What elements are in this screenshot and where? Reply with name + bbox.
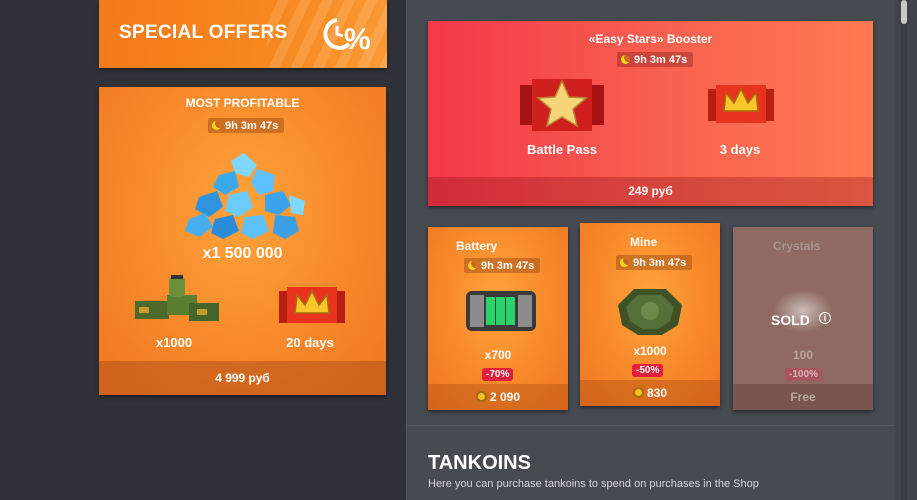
supplies-amount: x1000 (155, 335, 193, 350)
sold-label: SOLD (771, 312, 810, 328)
timer-icon (621, 55, 630, 64)
offer-timer: 9h 3m 47s (464, 258, 541, 273)
battery-card[interactable]: Battery 9h 3m 47s x700 -70% 2 090 (428, 227, 568, 410)
scrollbar[interactable] (901, 0, 907, 500)
offer-timer: 9h 3m 47s (617, 52, 694, 67)
premium-days: 20 days (286, 335, 334, 350)
booster-title: «Easy Stars» Booster (588, 32, 713, 46)
supplies-crates-icon (135, 275, 219, 321)
most-profitable-card[interactable]: MOST PROFITABLE 9h 3m 47s x1 500 000 x10… (99, 87, 386, 395)
tankoin-icon (632, 387, 644, 398)
special-offers-banner: SPECIAL OFFERS % (99, 0, 387, 68)
mine-price[interactable]: 830 (580, 380, 720, 406)
booster-card[interactable]: «Easy Stars» Booster 9h 3m 47s Battle Pa… (428, 21, 873, 206)
tankoins-title: TANKOINS (428, 452, 531, 474)
discount-badge: -50% (632, 364, 664, 377)
battery-title: Battery (456, 239, 498, 253)
scroll-thumb[interactable] (901, 0, 907, 24)
booster-price[interactable]: 249 руб (428, 177, 873, 206)
premium-crown-icon (279, 287, 345, 323)
booster-days-label: 3 days (719, 142, 761, 157)
mine-icon (618, 289, 682, 335)
crystals-amount: x1 500 000 (202, 245, 283, 262)
premium-crown-icon (708, 85, 774, 123)
discount-badge: -100% (785, 368, 822, 381)
discount-badge: -70% (482, 368, 514, 381)
battle-pass-star-icon (520, 79, 604, 131)
battery-price[interactable]: 2 090 (428, 384, 568, 410)
info-icon[interactable]: i (819, 312, 831, 324)
mine-title: Mine (630, 235, 658, 249)
section-divider (406, 425, 894, 426)
special-offers-title: SPECIAL OFFERS (119, 22, 288, 43)
most-profitable-price[interactable]: 4 999 руб (99, 361, 386, 395)
mine-card[interactable]: Mine 9h 3m 47s x1000 -50% 830 (580, 223, 720, 406)
most-profitable-header: MOST PROFITABLE (185, 96, 300, 110)
crystals-pile-icon (185, 153, 305, 239)
tankoins-subtitle: Here you can purchase tankoins to spend … (428, 478, 759, 490)
percent-clock-icon: % (323, 18, 371, 56)
crystals-price: Free (733, 384, 873, 410)
mine-amount: x1000 (633, 344, 667, 358)
timer-icon (212, 121, 221, 130)
battery-icon (466, 291, 536, 331)
crystals-amount: 100 (792, 348, 814, 362)
offer-timer: 9h 3m 47s (208, 118, 285, 133)
battery-amount: x700 (484, 348, 512, 362)
battle-pass-label: Battle Pass (526, 142, 598, 157)
tankoin-icon (475, 391, 487, 402)
crystals-card: Crystals SOLD i 100 -100% Free (733, 227, 873, 410)
timer-icon (468, 261, 477, 270)
crystals-title: Crystals (773, 239, 821, 253)
svg-text:%: % (344, 23, 371, 56)
offer-timer: 9h 3m 47s (616, 255, 693, 270)
timer-icon (620, 258, 629, 267)
